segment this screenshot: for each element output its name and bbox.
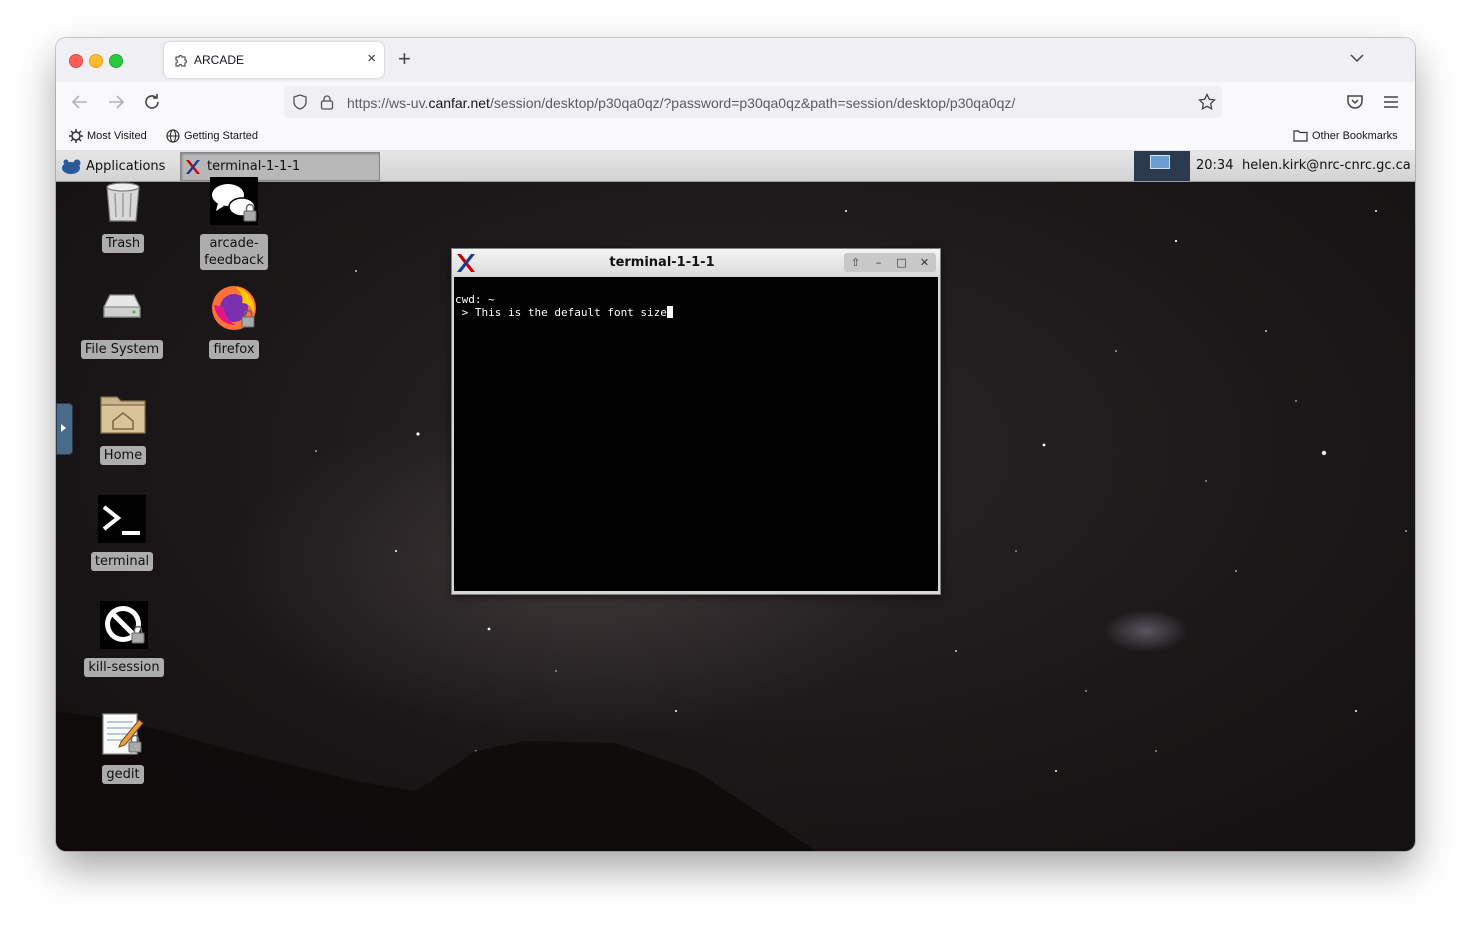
browser-window: ARCADE × + https://ws-uv.canfar.net/sess…: [56, 38, 1415, 851]
desktop-icon-kill-session[interactable]: kill-session: [69, 599, 179, 677]
desktop-icon-label: Trash: [101, 234, 145, 253]
terminal-output[interactable]: cwd: ~ > This is the default font size: [454, 277, 938, 591]
tab-arcade[interactable]: ARCADE ×: [164, 42, 384, 78]
firefox-icon: [212, 286, 256, 330]
desktop-icon-home[interactable]: Home: [68, 387, 178, 465]
desktop-icon-terminal[interactable]: terminal: [67, 493, 177, 571]
terminal-titlebar[interactable]: terminal-1-1-1 ⇧ – □ ✕: [452, 249, 940, 276]
desktop-icon-label: terminal: [90, 552, 154, 571]
minimize-button[interactable]: –: [871, 255, 887, 271]
desktop-icon-label: firefox: [209, 340, 259, 359]
desktop-icon-file-system[interactable]: File System: [67, 281, 177, 359]
terminal-title: terminal-1-1-1: [609, 255, 715, 270]
hamburger-menu-icon[interactable]: [1381, 92, 1401, 112]
gedit-icon: [102, 713, 144, 755]
shade-button[interactable]: ⇧: [848, 255, 864, 271]
desktop-icon-label: gedit: [102, 765, 144, 784]
trash-icon: [106, 182, 140, 222]
globe-icon: [166, 129, 180, 143]
terminal-line: cwd: ~: [455, 293, 495, 306]
lock-icon[interactable]: [320, 94, 334, 110]
puzzle-icon: [175, 54, 188, 67]
tab-strip: ARCADE × +: [56, 38, 1415, 82]
terminal-window[interactable]: terminal-1-1-1 ⇧ – □ ✕ cwd: ~ > This is …: [451, 248, 941, 595]
desktop-icon-label: arcade- feedback: [200, 234, 268, 270]
nav-bar: https://ws-uv.canfar.net/session/desktop…: [56, 82, 1415, 122]
desktop-icon-label: Home: [99, 446, 147, 465]
minimize-window-button[interactable]: [89, 54, 103, 68]
x11-icon: [186, 159, 200, 174]
reload-icon[interactable]: [142, 92, 162, 112]
bookmarks-toolbar: Most Visited Getting Started Other Bookm…: [56, 122, 1415, 151]
drive-icon: [103, 294, 141, 318]
workspace-thumbnail[interactable]: [1150, 155, 1170, 169]
bookmark-star-icon[interactable]: [1198, 93, 1216, 111]
window-controls: ⇧ – □ ✕: [844, 253, 936, 272]
back-arrow-icon[interactable]: [70, 92, 90, 112]
desktop-icon-firefox[interactable]: firefox: [179, 281, 289, 359]
url-text[interactable]: https://ws-uv.canfar.net/session/desktop…: [347, 95, 1015, 111]
other-bookmarks[interactable]: Other Bookmarks: [1293, 129, 1398, 142]
chat-bubbles-icon: [210, 177, 258, 225]
terminal-icon: [98, 495, 146, 543]
shield-icon[interactable]: [292, 94, 308, 110]
desktop-icon-label: kill-session: [84, 658, 164, 677]
bookmark-getting-started[interactable]: Getting Started: [166, 129, 258, 143]
panel-clock: 20:34: [1196, 158, 1234, 173]
bookmark-most-visited[interactable]: Most Visited: [69, 129, 147, 143]
new-tab-button[interactable]: +: [398, 48, 411, 70]
zoom-window-button[interactable]: [109, 54, 123, 68]
home-folder-icon: [100, 396, 146, 434]
expand-arrow-icon: [61, 424, 66, 432]
workspace-switcher[interactable]: [1134, 151, 1190, 181]
text-cursor: [666, 306, 673, 318]
forward-arrow-icon[interactable]: [106, 92, 126, 112]
pocket-icon[interactable]: [1345, 92, 1365, 112]
gear-icon: [69, 129, 83, 143]
kill-session-icon: [100, 601, 148, 649]
desktop-icon-label: File System: [80, 340, 164, 359]
folder-icon: [1293, 130, 1308, 142]
remote-desktop[interactable]: Applications terminal-1-1-1 20:34 helen.…: [56, 151, 1415, 851]
chevron-down-icon[interactable]: [1349, 50, 1365, 66]
desktop-icon-trash[interactable]: Trash: [68, 175, 178, 253]
close-window-button[interactable]: [69, 54, 83, 68]
close-button[interactable]: ✕: [917, 255, 933, 271]
desktop-icon-arcade-feedback[interactable]: arcade- feedback: [179, 175, 289, 270]
tab-close-button[interactable]: ×: [367, 50, 376, 68]
desktop-icon-gedit[interactable]: gedit: [68, 706, 178, 784]
url-bar[interactable]: https://ws-uv.canfar.net/session/desktop…: [284, 86, 1222, 118]
maximize-button[interactable]: □: [894, 255, 910, 271]
tab-title: ARCADE: [194, 53, 245, 67]
xfce-mouse-icon: [62, 159, 81, 174]
terminal-prompt-line: > This is the default font size: [455, 306, 673, 319]
panel-user: helen.kirk@nrc-cnrc.gc.ca: [1242, 158, 1411, 173]
